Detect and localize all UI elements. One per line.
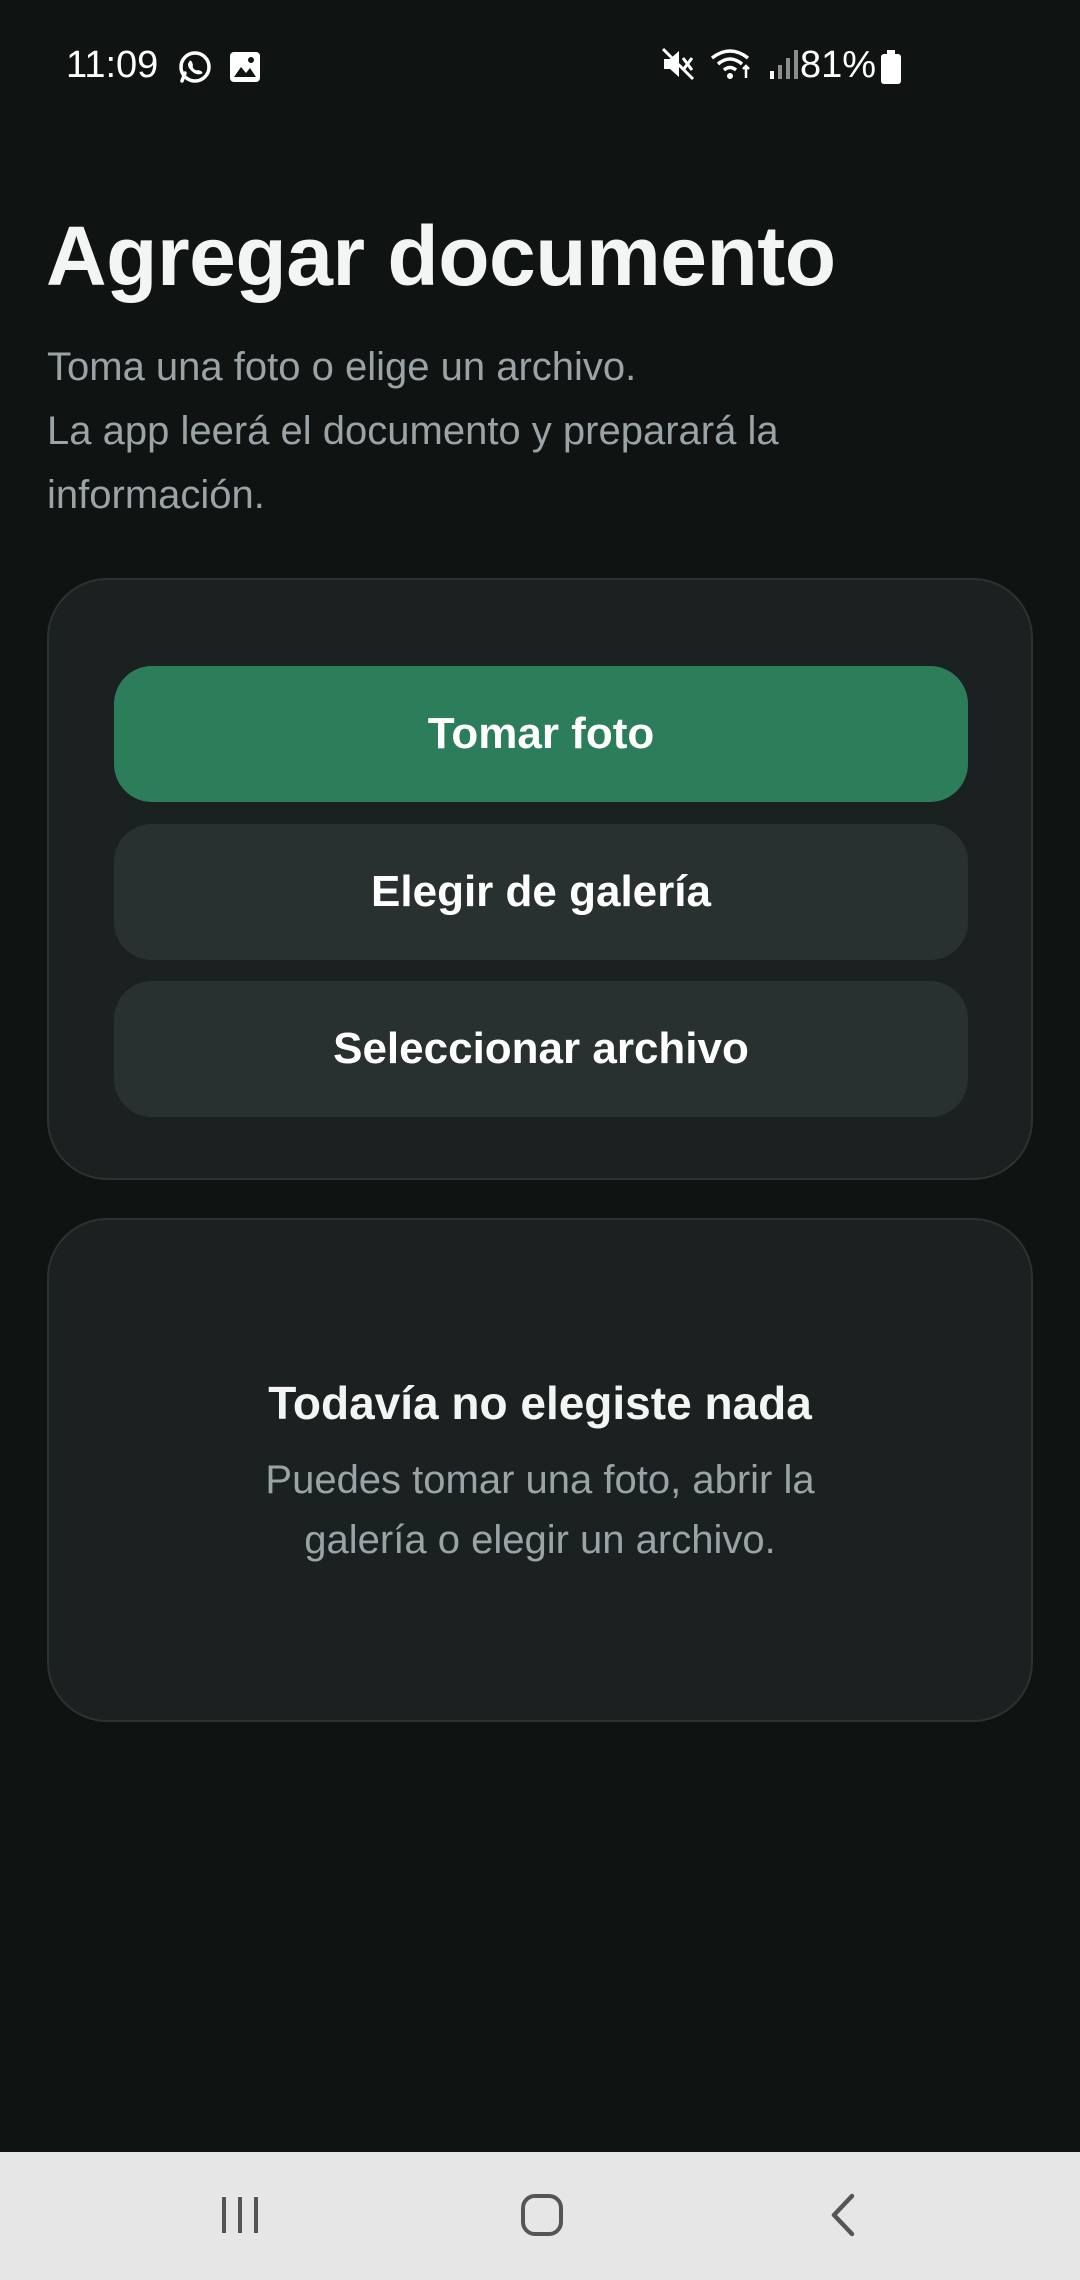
subtitle-line: información.: [47, 473, 265, 517]
subtitle-line: La app leerá el documento y preparará la: [47, 409, 779, 453]
subtitle-line: Toma una foto o elige un archivo.: [47, 345, 637, 389]
empty-state-line: Puedes tomar una foto, abrir la: [265, 1458, 815, 1502]
gallery-icon: [228, 50, 262, 89]
mute-icon: [660, 46, 696, 87]
empty-state-line: galería o elegir un archivo.: [304, 1518, 776, 1562]
page-subtitle: Toma una foto o elige un archivo. La app…: [47, 335, 947, 527]
take-photo-button[interactable]: Tomar foto: [114, 666, 968, 802]
home-button[interactable]: [502, 2182, 582, 2252]
whatsapp-icon: [176, 48, 214, 91]
recents-button[interactable]: [200, 2182, 280, 2252]
status-bar: 11:09 81%: [0, 0, 1080, 130]
select-file-button[interactable]: Seleccionar archivo: [114, 981, 968, 1117]
back-icon: [824, 2192, 864, 2243]
actions-card: Tomar foto Elegir de galería Seleccionar…: [47, 578, 1033, 1180]
empty-state-card: Todavía no elegiste nada Puedes tomar un…: [47, 1218, 1033, 1722]
home-icon: [519, 2192, 565, 2243]
status-right-icons: [660, 46, 802, 87]
back-button[interactable]: [804, 2182, 884, 2252]
signal-icon: [768, 47, 802, 86]
status-time: 11:09: [66, 44, 159, 86]
recents-icon: [218, 2193, 262, 2242]
empty-state-text: Puedes tomar una foto, abrir la galería …: [49, 1450, 1031, 1570]
page-title: Agregar documento: [46, 209, 836, 303]
choose-gallery-button[interactable]: Elegir de galería: [114, 824, 968, 960]
battery-icon: [880, 50, 902, 89]
empty-state-title: Todavía no elegiste nada: [268, 1377, 812, 1429]
status-left-icons: [176, 48, 262, 91]
navigation-bar: [0, 2152, 1080, 2280]
battery-percent: 81%: [800, 44, 877, 86]
wifi-icon: [710, 46, 754, 87]
